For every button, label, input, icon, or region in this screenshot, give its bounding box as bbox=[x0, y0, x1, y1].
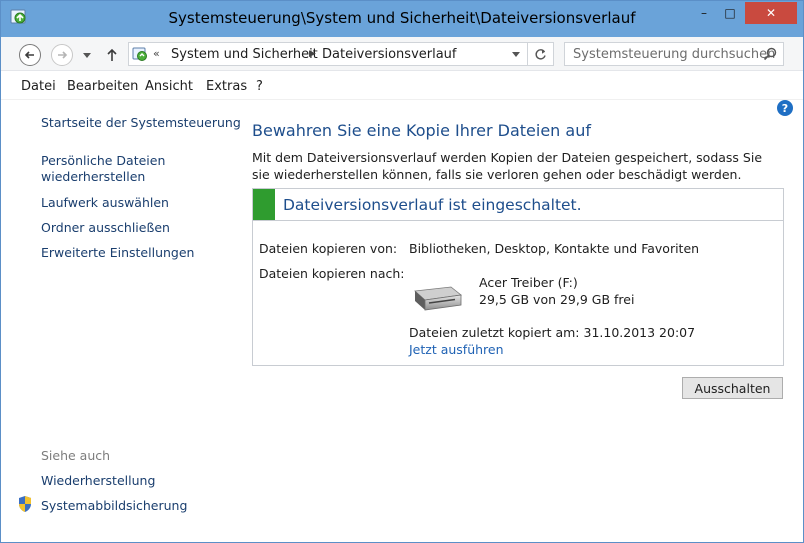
window-title: Systemsteuerung\System und Sicherheit\Da… bbox=[168, 9, 636, 27]
drive-free-space: 29,5 GB von 29,9 GB frei bbox=[479, 292, 635, 307]
sidebar-link-select-drive[interactable]: Laufwerk auswählen bbox=[41, 195, 169, 211]
drive-name: Acer Treiber (F:) bbox=[479, 275, 578, 290]
address-bar[interactable]: « System und Sicherheit ▶ Dateiversionsv… bbox=[128, 42, 554, 66]
turn-off-button[interactable]: Ausschalten bbox=[682, 377, 783, 399]
arrow-right-icon bbox=[58, 51, 68, 59]
search-icon[interactable] bbox=[763, 47, 777, 61]
menu-extras[interactable]: Extras bbox=[206, 79, 247, 94]
uac-shield-icon bbox=[19, 496, 31, 512]
see-also-link-recovery[interactable]: Wiederherstellung bbox=[41, 473, 155, 489]
sidebar-link-exclude-folders[interactable]: Ordner ausschließen bbox=[41, 220, 170, 236]
menu-bar: Datei Bearbeiten Ansicht Extras ? bbox=[1, 72, 803, 100]
navigation-bar: « System und Sicherheit ▶ Dateiversionsv… bbox=[1, 37, 803, 71]
maximize-button[interactable]: □ bbox=[717, 2, 743, 24]
refresh-icon bbox=[535, 48, 546, 59]
back-button[interactable] bbox=[19, 44, 41, 66]
recent-locations-button[interactable] bbox=[81, 49, 93, 61]
copy-from-value: Bibliotheken, Desktop, Kontakte und Favo… bbox=[409, 241, 700, 256]
overflow-crumb[interactable]: « bbox=[153, 47, 160, 60]
up-button[interactable] bbox=[103, 45, 121, 65]
search-placeholder[interactable]: Systemsteuerung durchsuchen bbox=[573, 47, 775, 62]
page-title: Bewahren Sie eine Kopie Ihrer Dateien au… bbox=[252, 121, 591, 140]
last-copied-timestamp: Dateien zuletzt kopiert am: 31.10.2013 2… bbox=[409, 325, 696, 340]
breadcrumb-system-security[interactable]: System und Sicherheit bbox=[171, 47, 318, 62]
search-box[interactable]: Systemsteuerung durchsuchen bbox=[564, 42, 784, 66]
refresh-button[interactable] bbox=[527, 43, 553, 65]
copy-from-label: Dateien kopieren von: bbox=[259, 241, 398, 256]
sidebar-link-advanced-settings[interactable]: Erweiterte Einstellungen bbox=[41, 245, 194, 261]
menu-datei[interactable]: Datei bbox=[21, 79, 56, 94]
drive-icon bbox=[414, 286, 462, 311]
see-also-heading: Siehe auch bbox=[41, 448, 111, 463]
status-header: Dateiversionsverlauf ist eingeschaltet. bbox=[253, 189, 783, 221]
menu-help[interactable]: ? bbox=[256, 79, 263, 94]
run-now-link[interactable]: Jetzt ausführen bbox=[409, 342, 504, 357]
copy-to-label: Dateien kopieren nach: bbox=[259, 266, 405, 281]
sidebar-link-restore-personal-files[interactable]: Persönliche Dateien wiederherstellen bbox=[41, 153, 171, 185]
chevron-down-icon bbox=[511, 51, 520, 57]
address-dropdown-button[interactable] bbox=[505, 43, 525, 65]
breadcrumb-file-history[interactable]: Dateiversionsverlauf bbox=[322, 47, 457, 62]
page-description: Mit dem Dateiversionsverlauf werden Kopi… bbox=[252, 150, 763, 182]
menu-ansicht[interactable]: Ansicht bbox=[145, 79, 193, 94]
sidebar-link-control-panel-home[interactable]: Startseite der Systemsteuerung bbox=[41, 115, 241, 131]
see-also-link-system-image-backup[interactable]: Systemabbildsicherung bbox=[41, 498, 187, 514]
control-panel-icon bbox=[132, 47, 147, 61]
status-text: Dateiversionsverlauf ist eingeschaltet. bbox=[283, 196, 582, 214]
arrow-up-icon bbox=[107, 48, 117, 61]
arrow-left-icon bbox=[24, 51, 34, 59]
control-panel-window: Systemsteuerung\System und Sicherheit\Da… bbox=[0, 0, 804, 543]
chevron-down-icon bbox=[83, 52, 91, 58]
close-button[interactable]: ✕ bbox=[745, 2, 797, 24]
menu-bearbeiten[interactable]: Bearbeiten bbox=[67, 79, 138, 94]
title-bar: Systemsteuerung\System und Sicherheit\Da… bbox=[1, 1, 803, 37]
minimize-button[interactable]: – bbox=[691, 2, 717, 24]
status-indicator bbox=[253, 189, 275, 220]
help-icon[interactable]: ? bbox=[777, 100, 793, 116]
breadcrumb-separator-icon[interactable]: ▶ bbox=[309, 49, 316, 59]
forward-button[interactable] bbox=[51, 44, 73, 66]
file-history-status-panel: Dateiversionsverlauf ist eingeschaltet. … bbox=[252, 188, 784, 366]
